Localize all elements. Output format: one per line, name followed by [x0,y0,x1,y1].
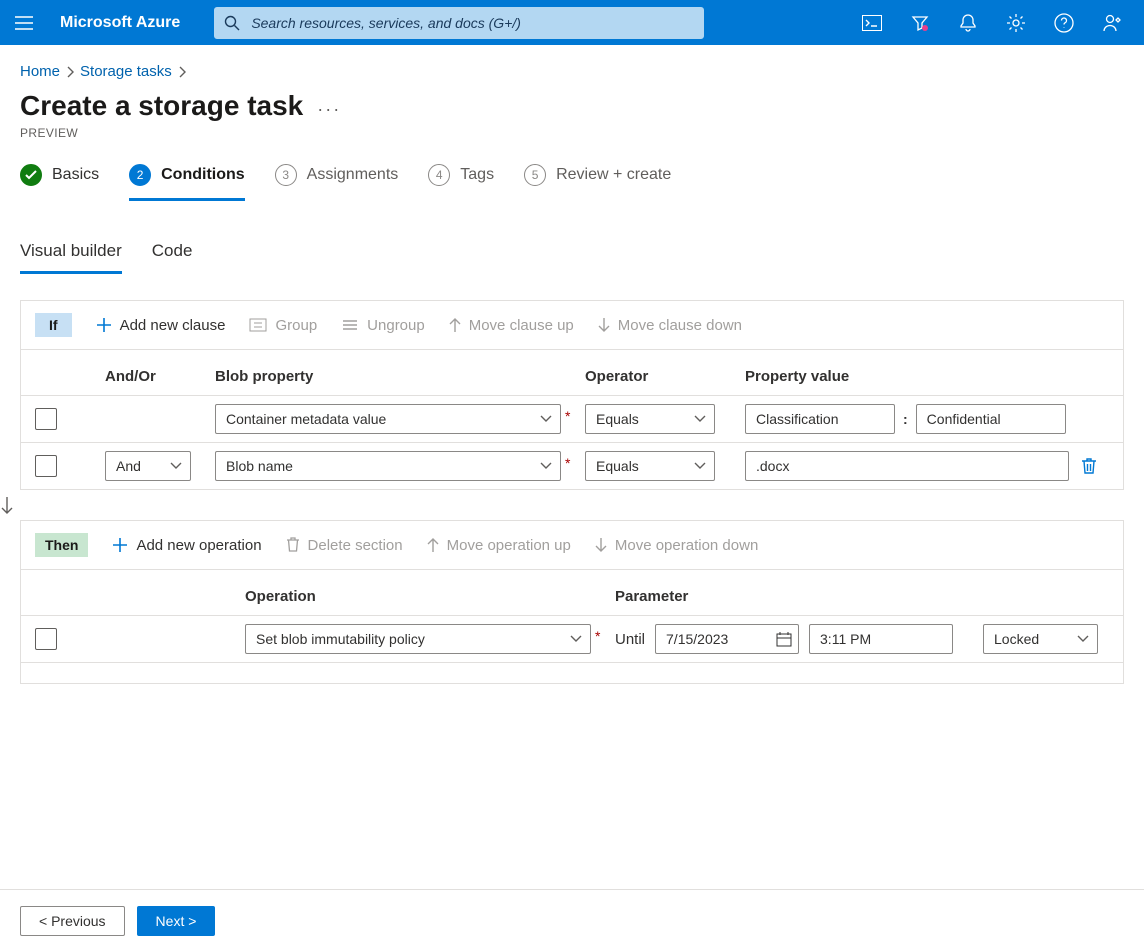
azure-topbar: Microsoft Azure [0,0,1144,45]
brand-label: Microsoft Azure [60,14,180,32]
wizard-steps: Basics 2 Conditions 3 Assignments 4 Tags… [0,164,1144,211]
blob-property-select[interactable]: Container metadata value [215,404,561,434]
step-basics[interactable]: Basics [20,164,99,201]
step-number: 3 [275,164,297,186]
notifications-icon[interactable] [944,0,992,45]
chevron-down-icon [694,415,706,423]
add-operation-button[interactable]: Add new operation [112,537,261,554]
chevron-down-icon [540,462,552,470]
col-and-or: And/Or [105,368,215,385]
next-button[interactable]: Next > [137,906,216,936]
blob-property-select[interactable]: Blob name [215,451,561,481]
if-toolbar: If Add new clause Group Ungroup Move cla… [21,301,1123,350]
row-checkbox[interactable] [35,408,57,430]
search-icon [224,15,240,31]
operator-select[interactable]: Equals [585,404,715,434]
breadcrumb-home[interactable]: Home [20,63,60,80]
move-operation-up-button: Move operation up [427,537,571,554]
step-conditions[interactable]: 2 Conditions [129,164,245,201]
breadcrumb-storage-tasks[interactable]: Storage tasks [80,63,172,80]
hamburger-menu-icon[interactable] [8,7,40,39]
time-input[interactable]: 3:11 PM [809,624,953,654]
add-clause-button[interactable]: Add new clause [96,317,226,334]
tab-visual-builder[interactable]: Visual builder [20,241,122,274]
then-toolbar: Then Add new operation Delete section Mo… [21,521,1123,570]
more-menu-icon[interactable]: ··· [317,93,341,120]
until-label: Until [615,631,645,648]
arrow-down-icon [0,490,1144,520]
col-operation: Operation [245,588,615,605]
move-clause-down-button: Move clause down [598,317,742,334]
clause-row: And Blob name * Equals [21,442,1123,489]
chevron-down-icon [540,415,552,423]
gear-icon[interactable] [992,0,1040,45]
page-subtitle: PREVIEW [0,122,1144,164]
clause-row: Container metadata value * Equals Classi… [21,395,1123,442]
chevron-down-icon [570,635,582,643]
builder-tabs: Visual builder Code [0,211,1144,274]
value-input[interactable]: .docx [745,451,1069,481]
step-number: 4 [428,164,450,186]
ungroup-button: Ungroup [341,317,425,334]
search-input[interactable] [214,7,704,39]
step-number: 2 [129,164,151,186]
date-input[interactable]: 7/15/2023 [655,624,799,654]
required-asterisk: * [595,624,600,644]
previous-button[interactable]: < Previous [20,906,125,936]
if-section: If Add new clause Group Ungroup Move cla… [20,300,1124,490]
cloud-shell-icon[interactable] [848,0,896,45]
step-review-create[interactable]: 5 Review + create [524,164,671,201]
then-grid-header: Operation Parameter [21,570,1123,615]
page-title: Create a storage task [20,90,303,122]
lock-state-select[interactable]: Locked [983,624,1098,654]
group-button: Group [249,317,317,334]
global-search[interactable] [214,7,704,39]
delete-row-icon[interactable] [1069,457,1109,475]
col-parameter: Parameter [615,588,1109,605]
operation-select[interactable]: Set blob immutability policy [245,624,591,654]
value-val-input[interactable]: Confidential [916,404,1066,434]
and-or-select[interactable]: And [105,451,191,481]
row-checkbox[interactable] [35,628,57,650]
delete-section-button: Delete section [286,537,403,554]
required-asterisk: * [565,451,570,471]
step-tags[interactable]: 4 Tags [428,164,494,201]
move-operation-down-button: Move operation down [595,537,758,554]
check-icon [20,164,42,186]
step-number: 5 [524,164,546,186]
chevron-down-icon [170,462,182,470]
then-tag: Then [35,533,88,557]
tab-code[interactable]: Code [152,241,193,274]
then-section: Then Add new operation Delete section Mo… [20,520,1124,684]
step-assignments[interactable]: 3 Assignments [275,164,399,201]
if-grid-header: And/Or Blob property Operator Property v… [21,350,1123,395]
feedback-icon[interactable] [1088,0,1136,45]
col-property-value: Property value [745,368,1069,385]
col-blob-property: Blob property [215,368,585,385]
wizard-footer: < Previous Next > [0,889,1144,952]
value-key-input[interactable]: Classification [745,404,895,434]
filter-icon[interactable] [896,0,944,45]
col-operator: Operator [585,368,745,385]
chevron-right-icon [66,66,74,78]
breadcrumb: Home Storage tasks [0,45,1144,84]
chevron-down-icon [1077,635,1089,643]
row-checkbox[interactable] [35,455,57,477]
colon-separator: : [903,411,908,427]
chevron-right-icon [178,66,186,78]
chevron-down-icon [694,462,706,470]
help-icon[interactable] [1040,0,1088,45]
operation-row: Set blob immutability policy * Until 7/1… [21,615,1123,662]
calendar-icon[interactable] [776,631,792,647]
move-clause-up-button: Move clause up [449,317,574,334]
required-asterisk: * [565,404,570,424]
operator-select[interactable]: Equals [585,451,715,481]
if-tag: If [35,313,72,337]
